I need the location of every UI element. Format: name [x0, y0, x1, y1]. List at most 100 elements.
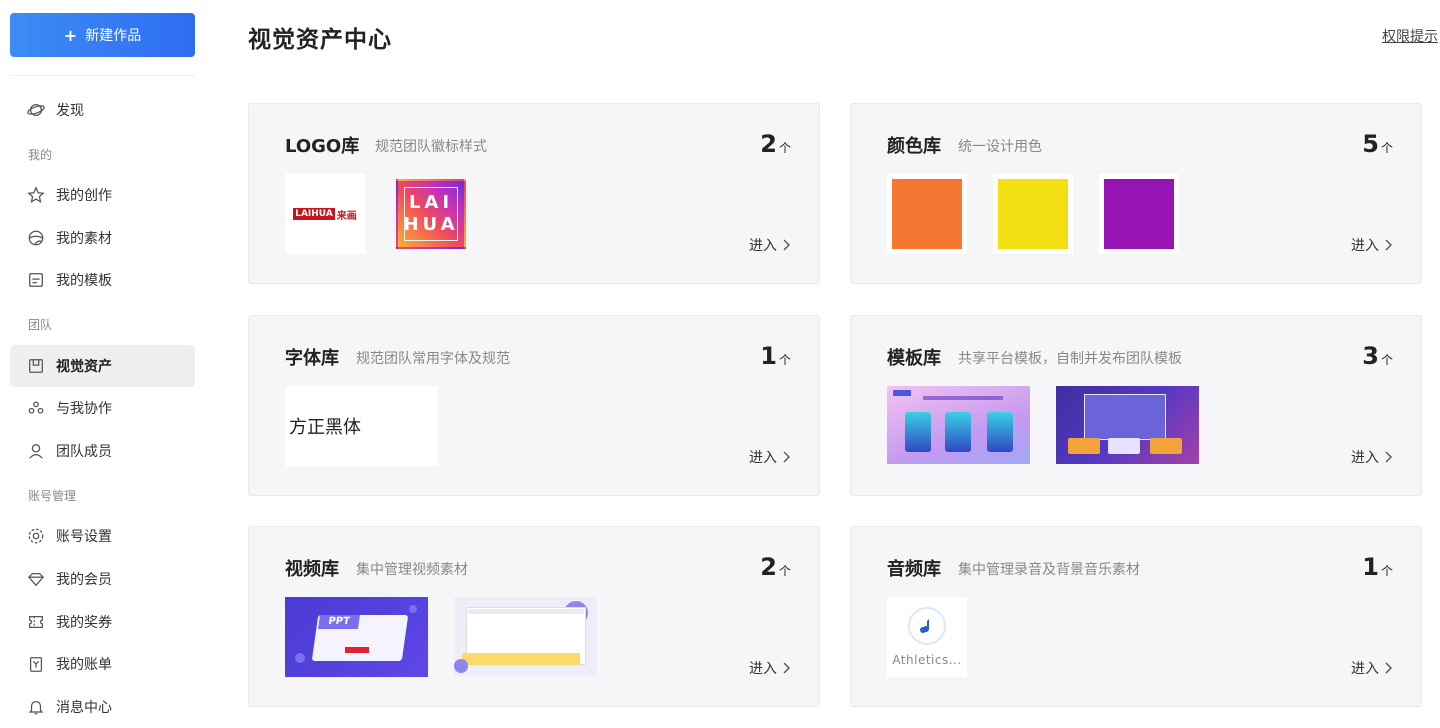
card-description: 集中管理视频素材: [356, 562, 468, 578]
new-work-button[interactable]: + 新建作品: [10, 13, 195, 57]
color-swatch-purple[interactable]: [1099, 174, 1179, 254]
bill-icon: [26, 654, 46, 674]
new-work-label: 新建作品: [85, 28, 142, 44]
swatch-fill: [892, 179, 962, 249]
card-title: 音频库: [887, 559, 941, 580]
asset-box-icon: [26, 356, 46, 376]
star-icon: [26, 185, 46, 205]
color-library-card[interactable]: 颜色库 统一设计用色 5 个 进入: [850, 103, 1422, 284]
sidebar-item-my-coupons[interactable]: 我的奖券: [10, 601, 195, 643]
logo-mark-text: LAIHUA: [293, 208, 335, 220]
sidebar-item-my-templates[interactable]: 我的模板: [10, 259, 195, 301]
folder-icon: [26, 270, 46, 290]
gear-icon: [26, 526, 46, 546]
count-unit: 个: [778, 564, 791, 578]
sidebar-item-label: 账号设置: [56, 529, 112, 545]
ppt-label: PPT: [318, 615, 360, 629]
sidebar-item-team-members[interactable]: 团队成员: [10, 430, 195, 472]
logo-library-card[interactable]: LOGO库 规范团队徽标样式 2 个 LAIHUA 来画 LAI HUA 进入: [248, 103, 820, 284]
sidebar-item-collab-with-me[interactable]: 与我协作: [10, 387, 195, 429]
section-label-mine: 我的: [28, 148, 53, 162]
color-swatch-yellow[interactable]: [993, 174, 1073, 254]
sidebar-item-label: 团队成员: [56, 444, 112, 460]
laihua-logo: LAIHUA 来画: [293, 207, 357, 222]
card-description: 集中管理录音及背景音乐素材: [958, 562, 1140, 578]
enter-link[interactable]: 进入: [1351, 235, 1393, 255]
card-description: 规范团队徽标样式: [375, 139, 487, 155]
enter-label: 进入: [1351, 238, 1379, 254]
template-thumbnail-1[interactable]: [887, 386, 1030, 464]
brand-tag: [345, 647, 369, 653]
sidebar-item-visual-assets[interactable]: 视觉资产: [10, 345, 195, 387]
template-phone: [905, 412, 931, 452]
card-title: 颜色库: [887, 136, 941, 157]
count-unit: 个: [1380, 141, 1393, 155]
template-library-card[interactable]: 模板库 共享平台模板，自制并发布团队模板 3 个 进入: [850, 315, 1422, 496]
font-thumbnail[interactable]: 方正黑体: [285, 386, 438, 466]
sidebar-item-account-settings[interactable]: 账号设置: [10, 515, 195, 557]
enter-label: 进入: [1351, 450, 1379, 466]
audio-library-card[interactable]: 音频库 集中管理录音及背景音乐素材 1 个 Athletics... 进入: [850, 526, 1422, 707]
count-number: 2: [760, 553, 777, 581]
enter-label: 进入: [749, 661, 777, 677]
chevron-right-icon: [783, 239, 790, 251]
sidebar-item-my-bills[interactable]: 我的账单: [10, 643, 195, 685]
sidebar: + 新建作品 发现 我的 我的创作 我的素材 我的模板 团队 视觉资产 与我协作…: [0, 0, 205, 728]
enter-link[interactable]: 进入: [749, 447, 791, 467]
sidebar-item-label: 消息中心: [56, 700, 112, 716]
sidebar-item-discover[interactable]: 发现: [10, 89, 195, 131]
card-title: LOGO库: [285, 136, 360, 157]
font-library-card[interactable]: 字体库 规范团队常用字体及规范 1 个 方正黑体 进入: [248, 315, 820, 496]
sidebar-item-my-materials[interactable]: 我的素材: [10, 217, 195, 259]
logo-thumbnail-gradient[interactable]: LAI HUA: [396, 179, 466, 249]
audio-name: Athletics...: [892, 653, 962, 667]
template-thumbnail-2[interactable]: [1056, 386, 1199, 464]
enter-label: 进入: [749, 450, 777, 466]
enter-link[interactable]: 进入: [1351, 658, 1393, 678]
card-title: 视频库: [285, 559, 339, 580]
chevron-right-icon: [783, 662, 790, 674]
count-unit: 个: [778, 353, 791, 367]
video-thumbnail-1[interactable]: PPT: [285, 597, 428, 677]
video-thumbnail-2[interactable]: [454, 597, 597, 677]
count-number: 1: [760, 342, 777, 370]
asset-count: 3 个: [1362, 342, 1393, 370]
asset-count: 2 个: [760, 553, 791, 581]
sidebar-item-label: 我的模板: [56, 273, 112, 289]
user-icon: [26, 441, 46, 461]
color-swatch-orange[interactable]: [887, 174, 967, 254]
decor-circle: [454, 659, 468, 673]
sidebar-item-label: 我的会员: [56, 572, 112, 588]
enter-link[interactable]: 进入: [749, 235, 791, 255]
template-heading: [923, 396, 1003, 400]
sidebar-item-my-creations[interactable]: 我的创作: [10, 174, 195, 216]
count-unit: 个: [1380, 353, 1393, 367]
logo-cn-text: 来画: [336, 210, 357, 222]
sidebar-item-label: 发现: [56, 103, 84, 119]
sidebar-item-label: 我的创作: [56, 188, 112, 204]
video-library-card[interactable]: 视频库 集中管理视频素材 2 个 PPT 进入: [248, 526, 820, 707]
plus-icon: +: [63, 25, 78, 45]
count-unit: 个: [1380, 564, 1393, 578]
enter-label: 进入: [749, 238, 777, 254]
sidebar-item-my-membership[interactable]: 我的会员: [10, 558, 195, 600]
audio-thumbnail[interactable]: Athletics...: [887, 597, 967, 677]
chevron-right-icon: [1385, 451, 1392, 463]
swatch-fill: [1104, 179, 1174, 249]
sidebar-item-message-center[interactable]: 消息中心: [10, 686, 195, 728]
video-window-bar: [468, 609, 584, 614]
permission-hint-link[interactable]: 权限提示: [1382, 26, 1438, 46]
section-label-account: 账号管理: [28, 489, 77, 503]
enter-link[interactable]: 进入: [749, 658, 791, 678]
sidebar-item-label: 与我协作: [56, 401, 112, 417]
asset-count: 1 个: [760, 342, 791, 370]
enter-link[interactable]: 进入: [1351, 447, 1393, 467]
template-step: [1150, 438, 1182, 454]
logo-thumbnail-laihua[interactable]: LAIHUA 来画: [285, 174, 365, 254]
chevron-right-icon: [1385, 239, 1392, 251]
music-disc-icon: [908, 607, 946, 645]
template-step: [1108, 438, 1140, 454]
chevron-right-icon: [1385, 662, 1392, 674]
people-icon: [26, 398, 46, 418]
chevron-right-icon: [783, 451, 790, 463]
